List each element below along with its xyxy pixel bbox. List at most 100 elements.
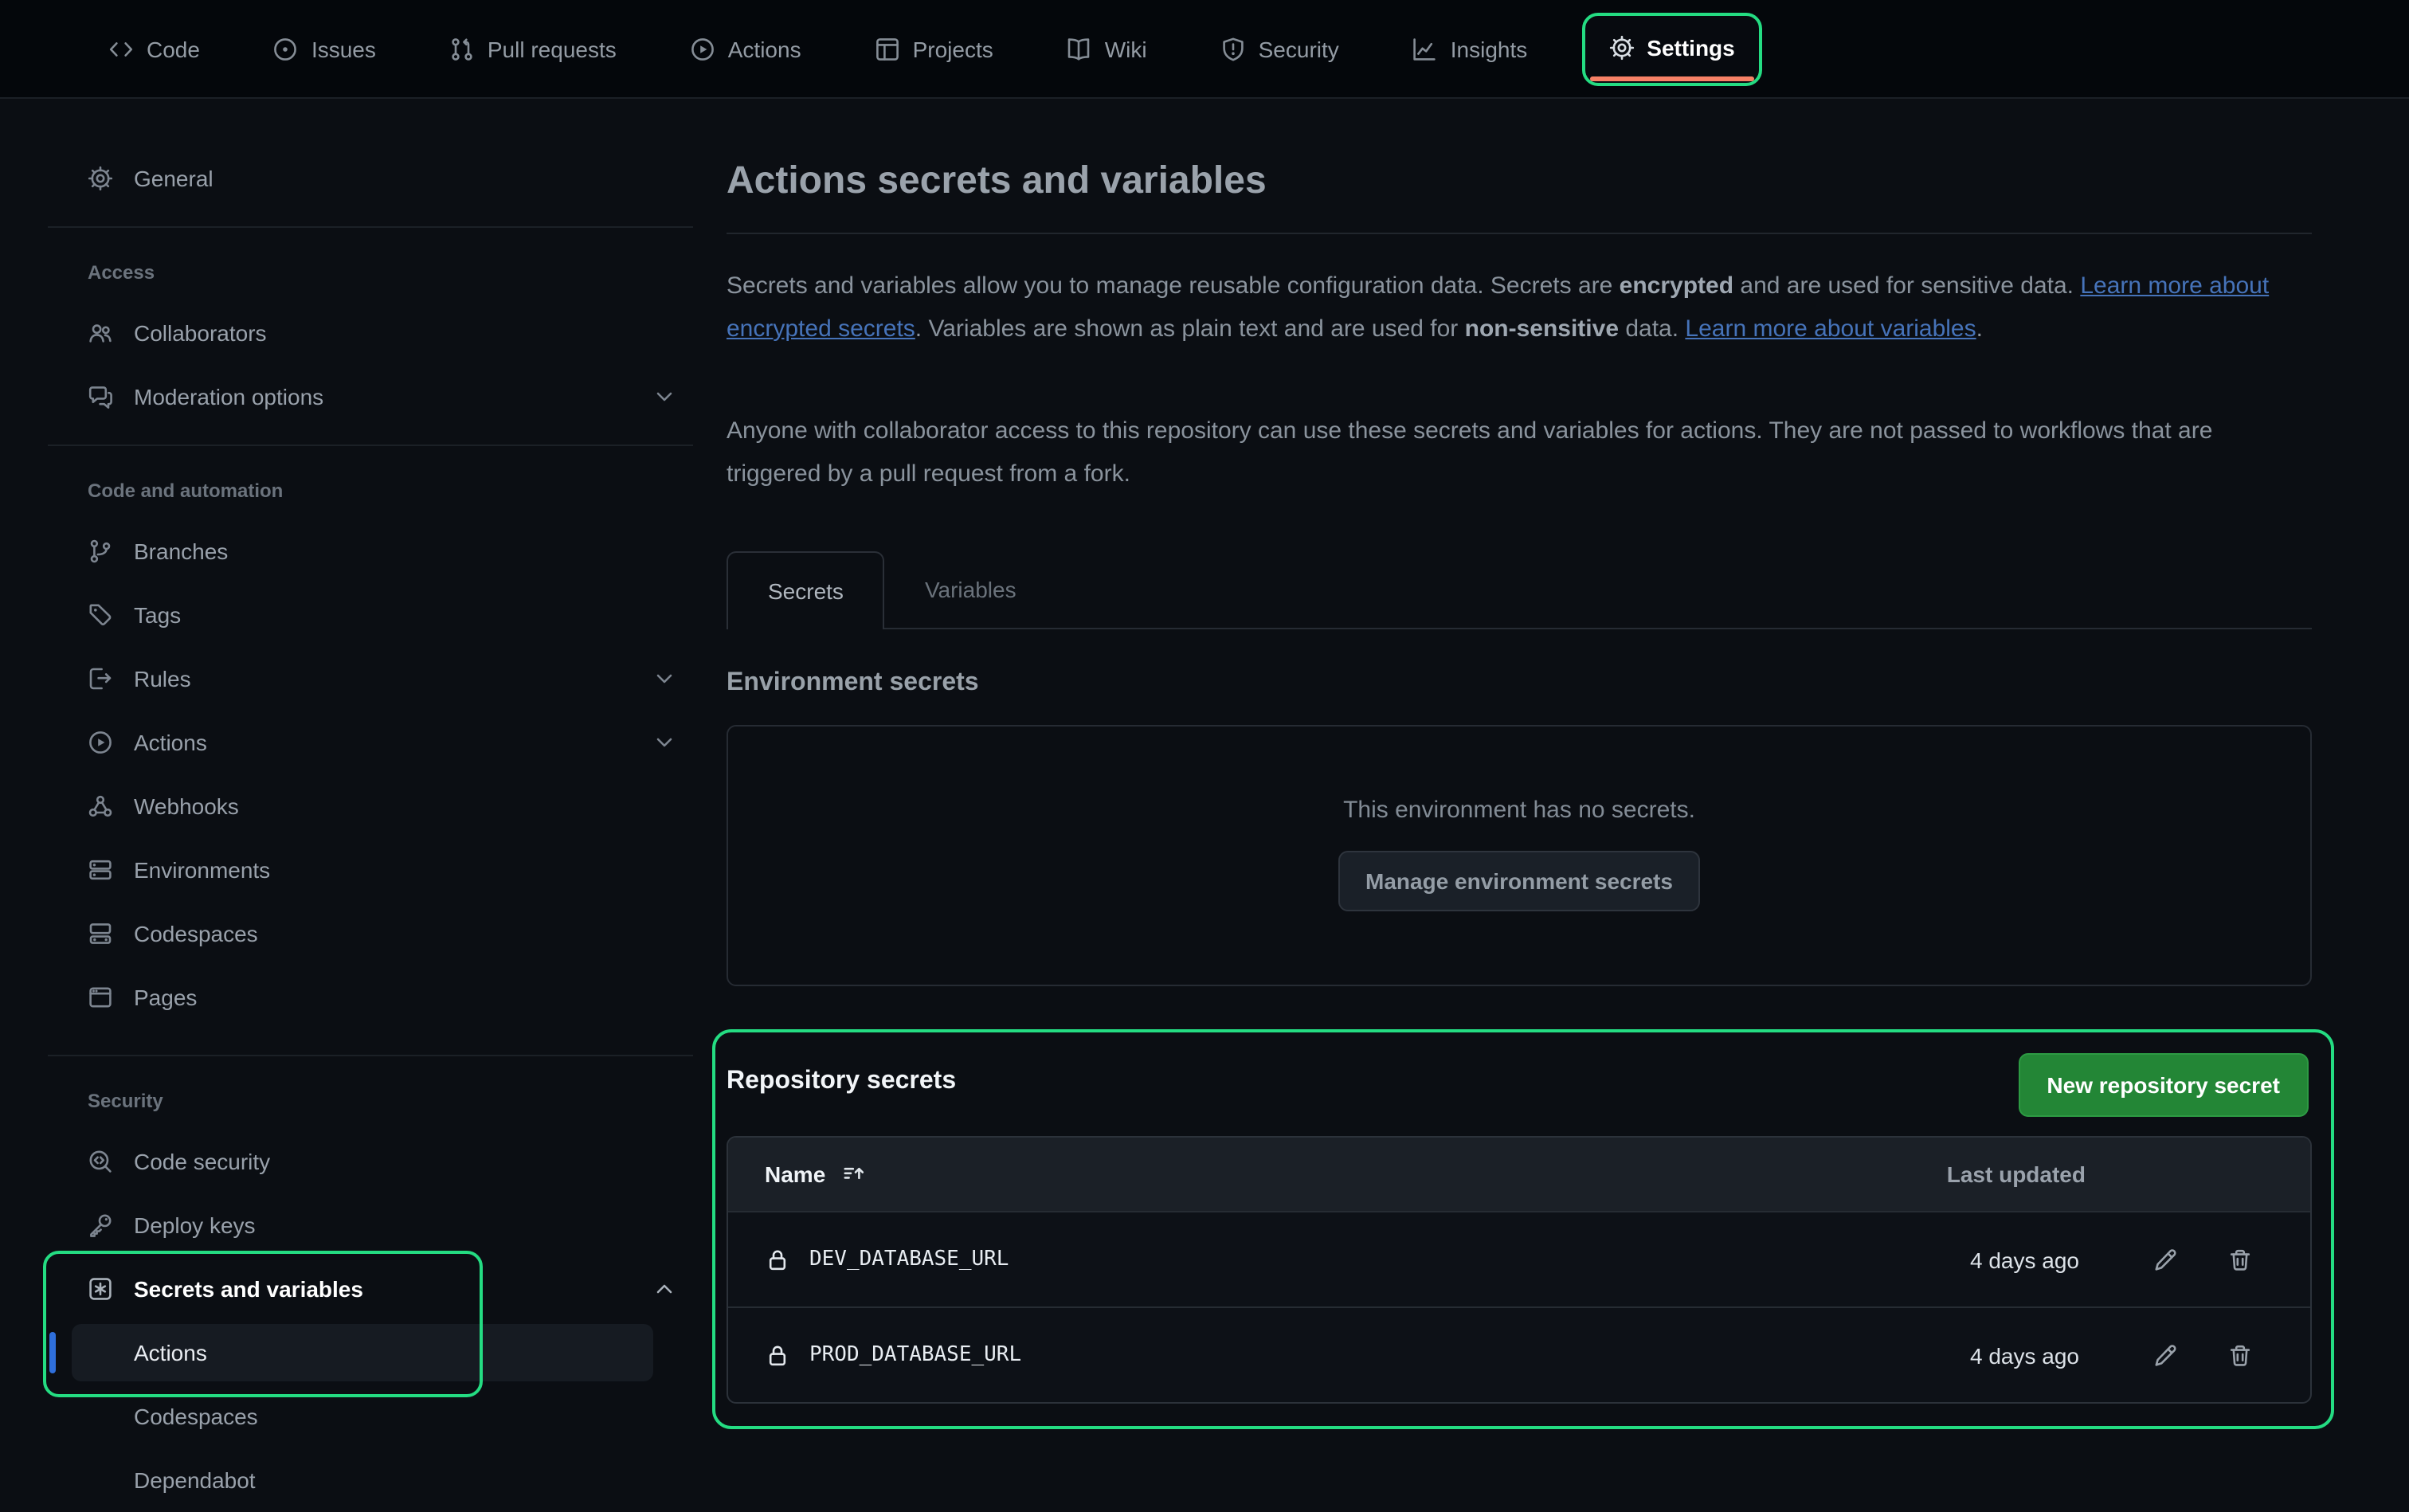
tab-secrets[interactable]: Secrets xyxy=(727,551,885,629)
sidebar-item-label: Moderation options xyxy=(134,384,323,409)
chevron-up-icon xyxy=(652,1276,677,1302)
sidebar-item-label: Rules xyxy=(134,666,191,691)
sidebar-item-branches[interactable]: Branches xyxy=(48,519,693,583)
git-pull-request-icon xyxy=(449,36,475,61)
delete-secret-button[interactable] xyxy=(2227,1247,2253,1272)
secret-last-updated: 4 days ago xyxy=(1840,1342,2079,1368)
browser-icon xyxy=(88,985,113,1010)
repository-secrets-heading: Repository secrets xyxy=(727,1067,956,1096)
sidebar-subitem-label: Codespaces xyxy=(134,1404,258,1429)
code-icon xyxy=(108,36,134,61)
trash-icon xyxy=(2227,1247,2253,1272)
sidebar-section-header-code-and-automation: Code and automation xyxy=(48,462,693,519)
trash-icon xyxy=(2227,1342,2253,1368)
key-icon xyxy=(88,1212,113,1238)
new-repository-secret-button[interactable]: New repository secret xyxy=(2018,1053,2309,1117)
sidebar-item-label: Deploy keys xyxy=(134,1212,256,1238)
server-icon xyxy=(88,857,113,883)
column-header-last-updated: Last updated xyxy=(1947,1161,2086,1187)
sidebar-item-collaborators[interactable]: Collaborators xyxy=(48,301,693,365)
comment-discussion-icon xyxy=(88,384,113,409)
git-branch-icon xyxy=(88,539,113,564)
sidebar-item-label: Tags xyxy=(134,602,181,628)
secrets-variables-tabs: Secrets Variables xyxy=(727,551,2312,629)
sidebar-item-label: General xyxy=(134,166,213,191)
webhook-icon xyxy=(88,793,113,819)
sidebar-item-actions[interactable]: Actions xyxy=(48,711,693,774)
nav-tab-issues[interactable]: Issues xyxy=(254,22,395,76)
settings-sidebar: GeneralAccessCollaboratorsModeration opt… xyxy=(48,97,693,1512)
tag-icon xyxy=(88,602,113,628)
lock-icon xyxy=(765,1247,790,1272)
learn-more-link[interactable]: Learn more about variables xyxy=(1685,315,1976,343)
sidebar-item-codespaces[interactable]: Codespaces xyxy=(48,902,693,966)
rules-icon xyxy=(88,666,113,691)
nav-tab-label: Issues xyxy=(311,36,376,61)
sidebar-section-header-security: Security xyxy=(48,1072,693,1130)
sidebar-item-environments[interactable]: Environments xyxy=(48,838,693,902)
environment-secrets-heading: Environment secrets xyxy=(727,669,979,698)
table-header-row: Name Last updated xyxy=(728,1138,2310,1211)
page-title: Actions secrets and variables xyxy=(727,159,1267,204)
sidebar-item-general[interactable]: General xyxy=(48,147,693,210)
environment-empty-text: This environment has no secrets. xyxy=(1343,797,1695,824)
github-settings-page: CodeIssuesPull requestsActionsProjectsWi… xyxy=(0,0,2409,1506)
edit-secret-button[interactable] xyxy=(2152,1247,2178,1272)
secret-name: DEV_DATABASE_URL xyxy=(809,1248,1840,1271)
sidebar-divider xyxy=(48,445,693,446)
pencil-icon xyxy=(2152,1342,2178,1368)
secret-name: PROD_DATABASE_URL xyxy=(809,1343,1840,1367)
nav-tab-code[interactable]: Code xyxy=(89,22,219,76)
sidebar-item-label: Secrets and variables xyxy=(134,1276,363,1302)
pencil-icon xyxy=(2152,1247,2178,1272)
sidebar-item-label: Environments xyxy=(134,857,270,883)
sidebar-item-label: Webhooks xyxy=(134,793,239,819)
main-content: Actions secrets and variables Secrets an… xyxy=(727,0,2312,1506)
manage-environment-secrets-button[interactable]: Manage environment secrets xyxy=(1338,851,1700,911)
delete-secret-button[interactable] xyxy=(2227,1342,2253,1368)
secret-last-updated: 4 days ago xyxy=(1840,1247,2079,1272)
issue-opened-icon xyxy=(273,36,299,61)
sidebar-item-label: Collaborators xyxy=(134,320,267,346)
sidebar-subitem-actions[interactable]: Actions xyxy=(72,1324,653,1381)
sidebar-subitem-label: Dependabot xyxy=(134,1467,256,1493)
nav-tab-label: Code xyxy=(147,36,200,61)
sidebar-divider xyxy=(48,1055,693,1056)
secret-row: PROD_DATABASE_URL4 days ago xyxy=(728,1306,2310,1402)
secrets-asterisk-icon xyxy=(88,1276,113,1302)
repository-secrets-table: Name Last updated DEV_DATABASE_URL4 days… xyxy=(727,1136,2312,1404)
sidebar-item-rules[interactable]: Rules xyxy=(48,647,693,711)
description-paragraph: Secrets and variables allow you to manag… xyxy=(727,264,2302,351)
play-icon xyxy=(88,730,113,755)
sidebar-item-code-security[interactable]: Code security xyxy=(48,1130,693,1193)
gear-icon xyxy=(88,166,113,191)
sidebar-subitem-codespaces[interactable]: Codespaces xyxy=(72,1385,653,1448)
tab-variables[interactable]: Variables xyxy=(885,551,1056,628)
sidebar-item-label: Pages xyxy=(134,985,197,1010)
chevron-down-icon xyxy=(652,730,677,755)
title-divider xyxy=(727,233,2312,234)
column-header-name[interactable]: Name xyxy=(765,1161,867,1187)
sidebar-item-pages[interactable]: Pages xyxy=(48,966,693,1029)
sidebar-item-webhooks[interactable]: Webhooks xyxy=(48,774,693,838)
edit-secret-button[interactable] xyxy=(2152,1342,2178,1368)
environment-secrets-box: This environment has no secrets. Manage … xyxy=(727,725,2312,986)
sidebar-item-tags[interactable]: Tags xyxy=(48,583,693,647)
sidebar-item-secrets-and-variables[interactable]: Secrets and variables xyxy=(48,1257,693,1321)
sidebar-item-moderation-options[interactable]: Moderation options xyxy=(48,365,693,429)
lock-icon xyxy=(765,1342,790,1368)
sidebar-item-label: Codespaces xyxy=(134,921,258,946)
nav-tab-pull-requests[interactable]: Pull requests xyxy=(430,22,636,76)
access-note-paragraph: Anyone with collaborator access to this … xyxy=(727,409,2302,496)
sidebar-item-label: Code security xyxy=(134,1149,270,1174)
codescan-icon xyxy=(88,1149,113,1174)
sidebar-item-label: Actions xyxy=(134,730,207,755)
sidebar-subitem-dependabot[interactable]: Dependabot xyxy=(72,1448,653,1512)
secret-row: DEV_DATABASE_URL4 days ago xyxy=(728,1211,2310,1306)
nav-tab-label: Pull requests xyxy=(488,36,617,61)
sidebar-subitem-label: Actions xyxy=(134,1340,207,1365)
sidebar-item-deploy-keys[interactable]: Deploy keys xyxy=(48,1193,693,1257)
codespaces-icon xyxy=(88,921,113,946)
sidebar-divider xyxy=(48,226,693,228)
sidebar-item-label: Branches xyxy=(134,539,228,564)
